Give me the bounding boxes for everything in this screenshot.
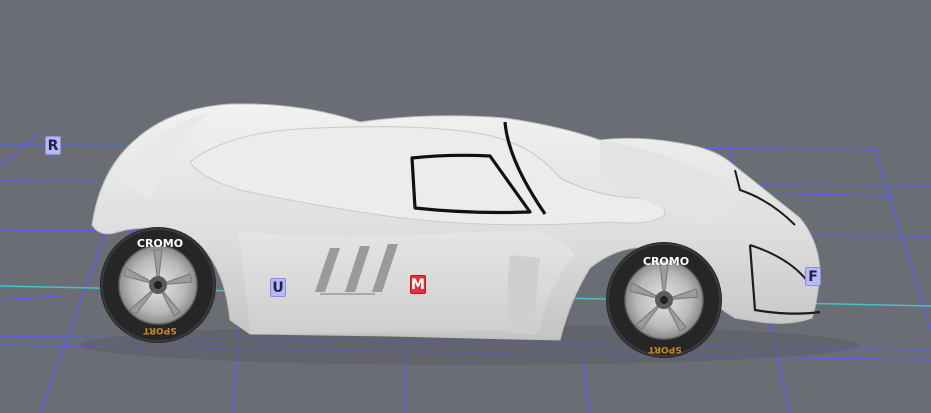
- marker-front[interactable]: F: [805, 267, 821, 286]
- front-tire-sidewall: SPORT: [647, 344, 681, 354]
- marker-up[interactable]: U: [270, 278, 286, 297]
- rear-tire-brand: CROMO: [137, 237, 183, 250]
- scene-canvas: CROMO SPORT CROMO SPORT: [0, 103, 931, 413]
- marker-rear[interactable]: R: [45, 136, 61, 155]
- marker-middle[interactable]: M: [410, 275, 426, 294]
- front-tire-brand: CROMO: [643, 255, 689, 268]
- 3d-viewport[interactable]: CROMO SPORT CROMO SPORT R U M F: [0, 0, 931, 413]
- front-wheel[interactable]: CROMO SPORT: [606, 242, 722, 358]
- rear-wheel[interactable]: CROMO SPORT: [100, 227, 216, 343]
- rear-tire-sidewall: SPORT: [142, 325, 176, 335]
